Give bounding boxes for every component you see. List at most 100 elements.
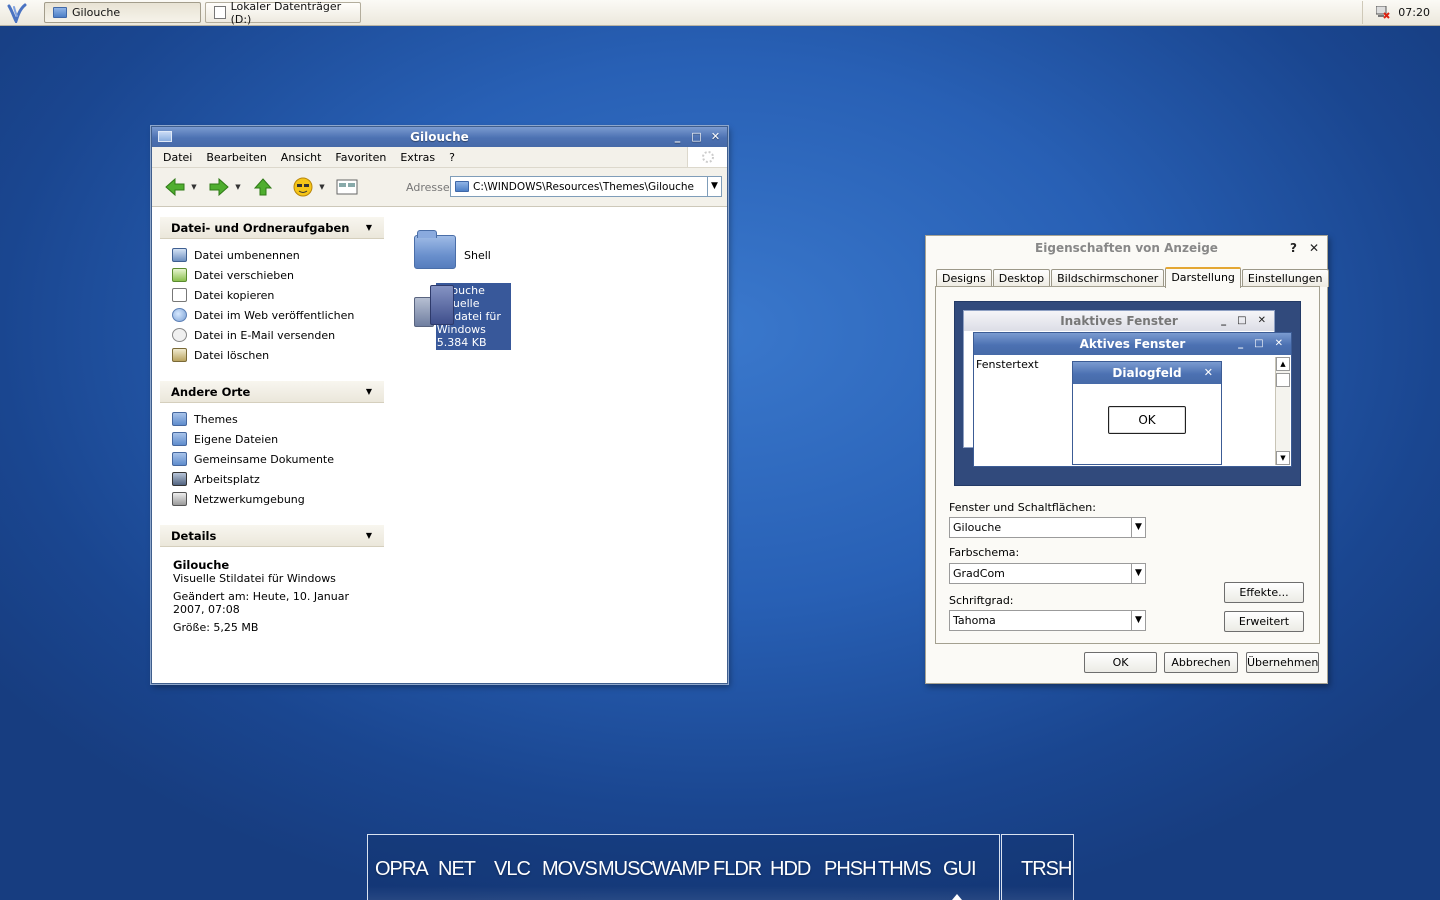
clock[interactable]: 07:20	[1398, 6, 1430, 19]
menu-bearbeiten[interactable]: Bearbeiten	[199, 151, 273, 164]
shared-folder-icon	[172, 452, 187, 466]
tab-screensaver[interactable]: Bildschirmschoner	[1051, 269, 1165, 287]
tab-desktop[interactable]: Desktop	[992, 269, 1051, 287]
tab-settings[interactable]: Einstellungen	[1241, 269, 1329, 287]
collapse-chevron-icon[interactable]: ▼	[366, 387, 372, 396]
network-disconnected-icon[interactable]	[1376, 6, 1391, 19]
dock-item-net[interactable]: NET	[438, 858, 476, 881]
tab-designs[interactable]: Designs	[936, 269, 992, 287]
place-network[interactable]: Netzwerkumgebung	[172, 489, 384, 509]
back-dropdown[interactable]: ▼	[188, 183, 200, 191]
dock-item-gui[interactable]: GUI	[943, 858, 977, 881]
close-button[interactable]: ✕	[710, 127, 721, 147]
dock-item-musc[interactable]: MUSC	[598, 858, 654, 881]
task-email[interactable]: Datei in E-Mail versenden	[172, 325, 384, 345]
forward-button[interactable]	[206, 174, 232, 200]
menu-favoriten[interactable]: Favoriten	[328, 151, 393, 164]
explorer-titlebar[interactable]: Gilouche _ □ ✕	[152, 127, 727, 147]
panel-title: Andere Orte	[171, 384, 251, 399]
color-scheme-select[interactable]: GradCom ▼	[949, 563, 1146, 584]
preview-inactive-title: Inaktives Fenster	[1060, 314, 1178, 328]
dock-item-fldr[interactable]: FLDR	[713, 858, 762, 881]
dock-item-hdd[interactable]: HDD	[770, 858, 811, 881]
chevron-down-icon[interactable]: ▼	[1131, 564, 1145, 583]
dock-item-vlc[interactable]: VLC	[494, 858, 531, 881]
back-button[interactable]	[162, 174, 188, 200]
panel-header-places[interactable]: Andere Orte ▼	[160, 381, 384, 403]
up-folder-button[interactable]	[250, 174, 276, 200]
task-copy[interactable]: Datei kopieren	[172, 285, 384, 305]
preview-active-title: Aktives Fenster	[1079, 337, 1186, 351]
place-shared-documents[interactable]: Gemeinsame Dokumente	[172, 449, 384, 469]
place-my-computer[interactable]: Arbeitsplatz	[172, 469, 384, 489]
advanced-button[interactable]: Erweitert	[1224, 611, 1304, 632]
dock-reflection	[1002, 886, 1073, 900]
place-my-documents[interactable]: Eigene Dateien	[172, 429, 384, 449]
search-button[interactable]	[290, 174, 316, 200]
dock-item-opra[interactable]: OPRA	[375, 858, 429, 881]
views-button[interactable]	[334, 174, 360, 200]
taskbar-button-drive-d[interactable]: Lokaler Datenträger (D:)	[205, 0, 361, 26]
cancel-button[interactable]: Abbrechen	[1164, 652, 1238, 673]
collapse-chevron-icon[interactable]: ▼	[366, 531, 372, 540]
theme-file-icon	[412, 283, 454, 329]
ok-button[interactable]: OK	[1084, 652, 1157, 673]
search-buddy-icon	[293, 177, 313, 197]
dialog-titlebar[interactable]: Eigenschaften von Anzeige ? ✕	[926, 236, 1327, 260]
preview-window-text: Fenstertext	[976, 358, 1039, 371]
task-publish-web[interactable]: Datei im Web veröffentlichen	[172, 305, 384, 325]
font-size-value: Tahoma	[953, 614, 996, 627]
apply-button[interactable]: Übernehmen	[1246, 652, 1319, 673]
dock-item-trsh[interactable]: TRSH	[1021, 858, 1072, 881]
maximize-button[interactable]: □	[691, 127, 702, 147]
search-dropdown[interactable]: ▼	[316, 183, 328, 191]
dock-item-movs[interactable]: MOVS	[542, 858, 598, 881]
place-label: Eigene Dateien	[194, 432, 279, 446]
collapse-chevron-icon[interactable]: ▼	[366, 223, 372, 232]
rename-icon	[172, 248, 187, 262]
maximize-icon: □	[1254, 338, 1264, 349]
windows-buttons-label: Fenster und Schaltflächen:	[949, 501, 1096, 514]
dock-item-wamp[interactable]: WAMP	[652, 858, 710, 881]
close-icon: ✕	[1257, 315, 1266, 326]
start-logo-icon[interactable]	[6, 3, 28, 23]
throbber	[687, 147, 727, 167]
details-modified: Geändert am: Heute, 10. Januar 2007, 07:…	[173, 590, 350, 616]
dock-item-phsh[interactable]: PHSH	[824, 858, 877, 881]
menu-ansicht[interactable]: Ansicht	[274, 151, 329, 164]
address-bar[interactable]: C:\WINDOWS\Resources\Themes\Gilouche ▼	[450, 176, 722, 197]
chevron-down-icon[interactable]: ▼	[1131, 518, 1145, 537]
panel-header-details[interactable]: Details ▼	[160, 525, 384, 547]
address-dropdown-button[interactable]: ▼	[707, 177, 721, 196]
loading-spinner-icon	[702, 151, 714, 163]
taskbar-button-gilouche[interactable]: Gilouche	[44, 2, 201, 23]
details-name: Gilouche	[173, 558, 230, 572]
close-button[interactable]: ✕	[1309, 236, 1319, 260]
menu-datei[interactable]: Datei	[156, 151, 199, 164]
task-rename[interactable]: Datei umbenennen	[172, 245, 384, 265]
panel-header-tasks[interactable]: Datei- und Ordneraufgaben ▼	[160, 217, 384, 239]
task-move[interactable]: Datei verschieben	[172, 265, 384, 285]
explorer-window: Gilouche _ □ ✕ Datei Bearbeiten Ansicht …	[151, 126, 728, 684]
chevron-down-icon[interactable]: ▼	[1131, 611, 1145, 630]
minimize-button[interactable]: _	[672, 127, 683, 147]
place-themes[interactable]: Themes	[172, 409, 384, 429]
font-size-label: Schriftgrad:	[949, 594, 1014, 607]
folder-icon	[455, 181, 469, 192]
folder-icon	[414, 230, 456, 269]
preview-ok-button: OK	[1108, 406, 1186, 434]
task-delete[interactable]: Datei löschen	[172, 345, 384, 365]
tab-strip: Designs Desktop Bildschirmschoner Darste…	[936, 267, 1330, 288]
effects-button[interactable]: Effekte...	[1224, 582, 1304, 603]
forward-dropdown[interactable]: ▼	[232, 183, 244, 191]
menu-extras[interactable]: Extras	[393, 151, 442, 164]
font-size-select[interactable]: Tahoma ▼	[949, 610, 1146, 631]
file-item-shell[interactable]: Shell	[414, 230, 491, 269]
tab-appearance[interactable]: Darstellung	[1165, 267, 1241, 288]
dock-item-thms[interactable]: THMS	[878, 858, 932, 881]
menu-help[interactable]: ?	[442, 151, 462, 164]
close-icon: ✕	[1203, 366, 1213, 379]
windows-buttons-select[interactable]: Gilouche ▼	[949, 517, 1146, 538]
file-item-gilouche[interactable]: Gilouche Visuelle Stildatei für Windows …	[412, 283, 512, 350]
help-button[interactable]: ?	[1290, 236, 1297, 260]
